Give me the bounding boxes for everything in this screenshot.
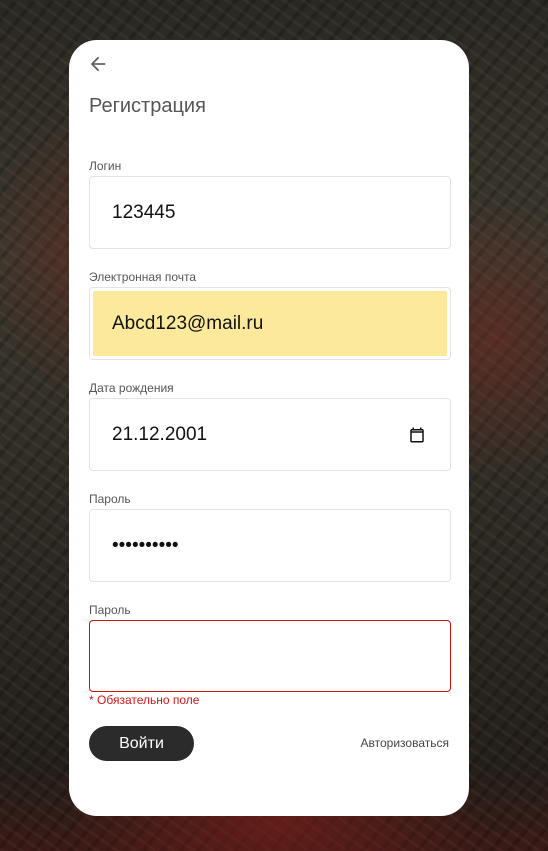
password-confirm-label: Пароль — [89, 603, 131, 617]
registration-card: Регистрация Логин 123445 Электронная поч… — [69, 40, 469, 816]
email-value: Abcd123@mail.ru — [112, 313, 264, 334]
password-value: •••••••••• — [112, 535, 179, 556]
arrow-left-icon — [90, 56, 106, 72]
password-field[interactable]: •••••••••• — [89, 509, 451, 582]
login-label: Логин — [89, 159, 122, 173]
birthdate-label: Дата рождения — [89, 381, 174, 395]
login-field[interactable]: 123445 — [89, 176, 451, 249]
back-button[interactable] — [86, 52, 110, 76]
birthdate-value: 21.12.2001 — [112, 424, 208, 445]
login-value: 123445 — [112, 202, 176, 223]
email-field[interactable]: Abcd123@mail.ru — [89, 287, 451, 360]
email-label: Электронная почта — [89, 270, 197, 284]
required-field-error: * Обязательно поле — [89, 693, 200, 707]
page-title: Регистрация — [89, 95, 206, 117]
password-label: Пароль — [89, 492, 131, 506]
submit-button[interactable]: Войти — [89, 726, 194, 761]
autofill-background: Abcd123@mail.ru — [93, 291, 447, 356]
calendar-icon[interactable] — [408, 426, 426, 444]
birthdate-field[interactable]: 21.12.2001 — [89, 398, 451, 471]
password-confirm-field[interactable] — [89, 620, 451, 692]
login-link[interactable]: Авторизоваться — [361, 736, 449, 750]
